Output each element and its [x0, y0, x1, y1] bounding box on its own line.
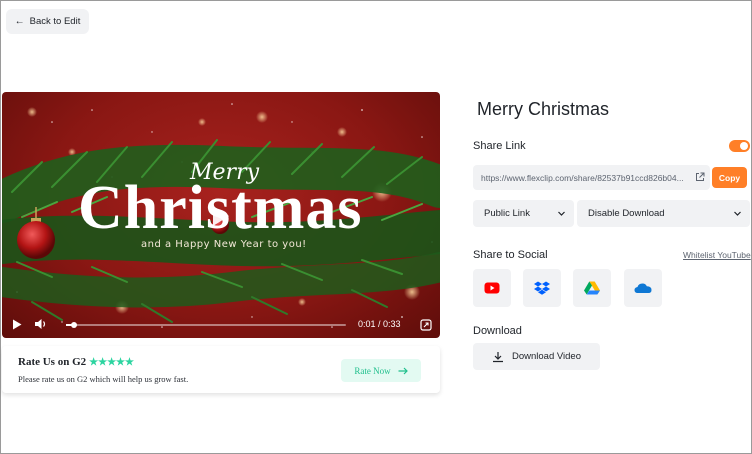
video-player[interactable]: Merry Christmas and a Happy New Year to …: [2, 92, 440, 338]
onedrive-icon: [634, 283, 652, 293]
chevron-down-icon: [734, 211, 741, 216]
progress-knob[interactable]: [71, 322, 77, 328]
privacy-select[interactable]: Public Link: [473, 200, 574, 227]
rate-now-button[interactable]: Rate Now: [341, 359, 421, 382]
share-to-social-label: Share to Social: [473, 249, 548, 261]
download-video-label: Download Video: [511, 351, 581, 362]
rate-title-row: Rate Us on G2 ★★★★★: [18, 356, 134, 368]
fullscreen-icon[interactable]: [420, 319, 432, 331]
star-rating-icon: ★★★★★: [89, 356, 134, 368]
time-display: 0:01 / 0:33: [358, 319, 401, 329]
download-icon: [492, 351, 503, 362]
whitelist-youtube-link[interactable]: Whitelist YouTube: [683, 250, 751, 260]
rate-now-label: Rate Now: [354, 365, 391, 376]
arrow-left-icon: ←: [14, 16, 25, 27]
play-icon[interactable]: [12, 319, 22, 330]
share-google-drive-button[interactable]: [573, 269, 611, 307]
share-url-text: https://www.flexclip.com/share/82537b91c…: [481, 173, 684, 183]
download-video-button[interactable]: Download Video: [473, 343, 600, 370]
project-title: Merry Christmas: [477, 99, 610, 119]
google-drive-icon: [584, 281, 600, 295]
rate-us-card: Rate Us on G2 ★★★★★ Please rate us on G2…: [2, 346, 440, 393]
dropbox-icon: [534, 281, 550, 295]
chevron-down-icon: [558, 211, 565, 216]
share-url-field[interactable]: https://www.flexclip.com/share/82537b91c…: [473, 165, 710, 190]
privacy-select-value: Public Link: [484, 208, 530, 219]
rate-description: Please rate us on G2 which will help us …: [18, 374, 189, 384]
back-to-edit-label: Back to Edit: [29, 16, 81, 27]
share-dropbox-button[interactable]: [523, 269, 561, 307]
video-subtitle: and a Happy New Year to you!: [141, 239, 307, 250]
toggle-knob: [740, 142, 748, 150]
copy-button[interactable]: Copy: [712, 167, 747, 188]
download-permission-value: Disable Download: [588, 208, 665, 219]
back-to-edit-button[interactable]: ← Back to Edit: [6, 9, 89, 34]
download-permission-select[interactable]: Disable Download: [577, 200, 750, 227]
video-controls: 0:01 / 0:33: [2, 311, 440, 338]
external-link-icon[interactable]: [695, 172, 705, 182]
volume-icon[interactable]: [34, 318, 47, 330]
rate-title: Rate Us on G2: [18, 356, 87, 368]
download-section-label: Download: [473, 325, 522, 337]
share-youtube-button[interactable]: [473, 269, 511, 307]
share-onedrive-button[interactable]: [624, 269, 662, 307]
share-link-toggle[interactable]: [729, 140, 750, 152]
share-link-label: Share Link: [473, 140, 526, 152]
youtube-icon: [484, 282, 500, 294]
arrow-right-icon: [398, 367, 408, 374]
play-overlay-icon[interactable]: [205, 202, 233, 230]
progress-bar[interactable]: [66, 322, 346, 328]
